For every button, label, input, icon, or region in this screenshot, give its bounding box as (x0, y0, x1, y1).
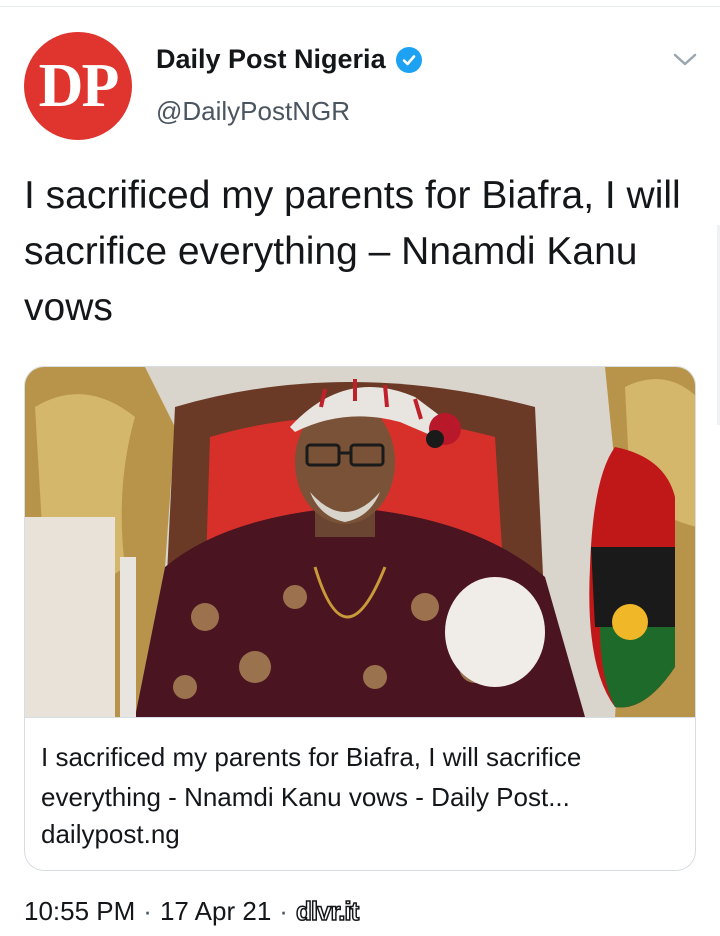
meta-separator: · (143, 896, 152, 926)
avatar[interactable]: DP (24, 32, 132, 140)
card-domain[interactable]: dailypost.ng (41, 819, 180, 850)
card-title[interactable]: I sacrificed my parents for Biafra, I wi… (41, 737, 687, 817)
source-app-link[interactable]: dlvr.it (295, 895, 360, 927)
tweet-text: I sacrificed my parents for Biafra, I wi… (24, 174, 681, 329)
link-card[interactable]: I sacrificed my parents for Biafra, I wi… (24, 366, 696, 871)
display-name[interactable]: Daily Post Nigeria (156, 44, 386, 75)
top-divider (0, 6, 720, 7)
tweet-date[interactable]: 17 Apr 21 (160, 896, 271, 927)
chevron-down-icon[interactable] (671, 49, 699, 71)
tweet-meta: 10:55 PM · 17 Apr 21 · dlvr.it (24, 895, 360, 927)
author-name-row[interactable]: Daily Post Nigeria (156, 44, 422, 75)
card-divider (25, 717, 695, 718)
card-image[interactable] (25, 367, 695, 717)
avatar-logo-text: DP (38, 52, 120, 120)
user-handle[interactable]: @DailyPostNGR (156, 96, 350, 127)
verified-badge-icon (395, 46, 422, 73)
tweet-time[interactable]: 10:55 PM (24, 896, 135, 927)
meta-separator-2: · (279, 896, 288, 926)
